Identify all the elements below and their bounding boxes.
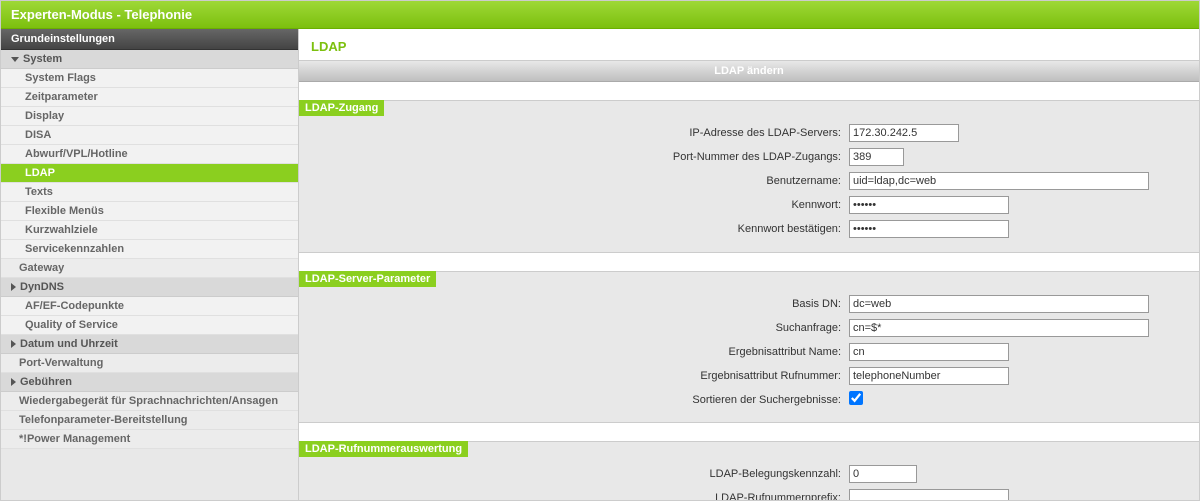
input-basedn[interactable] (849, 295, 1149, 313)
sidebar-group-datum[interactable]: Datum und Uhrzeit (1, 335, 298, 354)
label-port: Port-Nummer des LDAP-Zugangs: (309, 151, 849, 163)
chevron-down-icon (11, 57, 19, 62)
sidebar-item-gateway[interactable]: Gateway (1, 259, 298, 278)
label-basedn: Basis DN: (309, 298, 849, 310)
sidebar-item-wiedergabeger-t-f-r-sprachnachrichten-ansagen[interactable]: Wiedergabegerät für Sprachnachrichten/An… (1, 392, 298, 411)
section-ldap-server: LDAP-Server-Parameter Basis DN: Suchanfr… (299, 271, 1199, 423)
label-attr-name: Ergebnisattribut Name: (309, 346, 849, 358)
section-label: LDAP-Rufnummerauswertung (299, 441, 468, 457)
input-attr-name[interactable] (849, 343, 1009, 361)
input-attr-number[interactable] (849, 367, 1009, 385)
sidebar-item-quality-of-service[interactable]: Quality of Service (1, 316, 298, 335)
sidebar-item-portverwaltung[interactable]: Port-Verwaltung (1, 354, 298, 373)
label-beleg: LDAP-Belegungskennzahl: (309, 468, 849, 480)
chevron-right-icon (11, 340, 16, 348)
sidebar-group-label: Datum und Uhrzeit (20, 338, 118, 350)
label-password: Kennwort: (309, 199, 849, 211)
page-title: LDAP (299, 29, 1199, 60)
sidebar-group-dyndns[interactable]: DynDNS (1, 278, 298, 297)
input-beleg[interactable] (849, 465, 917, 483)
app-window: Experten-Modus - Telephonie Grundeinstel… (0, 0, 1200, 501)
input-password-confirm[interactable] (849, 220, 1009, 238)
input-ip[interactable] (849, 124, 959, 142)
input-username[interactable] (849, 172, 1149, 190)
window-title: Experten-Modus - Telephonie (11, 7, 192, 22)
chevron-right-icon (11, 283, 16, 291)
sidebar-item-servicekennzahlen[interactable]: Servicekennzahlen (1, 240, 298, 259)
input-prefix[interactable] (849, 489, 1009, 500)
checkbox-sort[interactable] (849, 391, 863, 405)
input-query[interactable] (849, 319, 1149, 337)
main-layout: Grundeinstellungen System System FlagsZe… (1, 29, 1199, 500)
label-password-confirm: Kennwort bestätigen: (309, 223, 849, 235)
sidebar-item-flexible-men-s[interactable]: Flexible Menüs (1, 202, 298, 221)
sidebar-item-display[interactable]: Display (1, 107, 298, 126)
sidebar-group-gebuhren[interactable]: Gebühren (1, 373, 298, 392)
sidebar-item-abwurf-vpl-hotline[interactable]: Abwurf/VPL/Hotline (1, 145, 298, 164)
section-ldap-zugang: LDAP-Zugang IP-Adresse des LDAP-Servers:… (299, 100, 1199, 253)
label-ip: IP-Adresse des LDAP-Servers: (309, 127, 849, 139)
label-query: Suchanfrage: (309, 322, 849, 334)
sidebar-item-system-flags[interactable]: System Flags (1, 69, 298, 88)
section-label: LDAP-Server-Parameter (299, 271, 436, 287)
sidebar-item-texts[interactable]: Texts (1, 183, 298, 202)
label-attr-number: Ergebnisattribut Rufnummer: (309, 370, 849, 382)
input-port[interactable] (849, 148, 904, 166)
section-ldap-rufnummer: LDAP-Rufnummerauswertung LDAP-Belegungsk… (299, 441, 1199, 500)
sidebar-group-label: Gebühren (20, 376, 72, 388)
sidebar-item-kurzwahlziele[interactable]: Kurzwahlziele (1, 221, 298, 240)
section-label: LDAP-Zugang (299, 100, 384, 116)
content-pane: LDAP LDAP ändern LDAP-Zugang IP-Adresse … (299, 29, 1199, 500)
label-username: Benutzername: (309, 175, 849, 187)
sidebar-section-header[interactable]: Grundeinstellungen (1, 29, 298, 50)
page-subheader: LDAP ändern (299, 60, 1199, 82)
sidebar-group-system[interactable]: System (1, 50, 298, 69)
sidebar-group-label: DynDNS (20, 281, 64, 293)
sidebar-item-telefonparameter-bereitstellung[interactable]: Telefonparameter-Bereitstellung (1, 411, 298, 430)
label-prefix: LDAP-Rufnummernprefix: (309, 492, 849, 500)
sidebar-group-label: System (23, 53, 62, 65)
sidebar-item-af-ef-codepunkte[interactable]: AF/EF-Codepunkte (1, 297, 298, 316)
sidebar-item-ldap[interactable]: LDAP (1, 164, 298, 183)
input-password[interactable] (849, 196, 1009, 214)
sidebar-item-zeitparameter[interactable]: Zeitparameter (1, 88, 298, 107)
chevron-right-icon (11, 378, 16, 386)
label-sort: Sortieren der Suchergebnisse: (309, 394, 849, 406)
sidebar-item--power-management[interactable]: *!Power Management (1, 430, 298, 449)
window-title-bar: Experten-Modus - Telephonie (1, 1, 1199, 29)
sidebar-item-disa[interactable]: DISA (1, 126, 298, 145)
sidebar: Grundeinstellungen System System FlagsZe… (1, 29, 299, 500)
